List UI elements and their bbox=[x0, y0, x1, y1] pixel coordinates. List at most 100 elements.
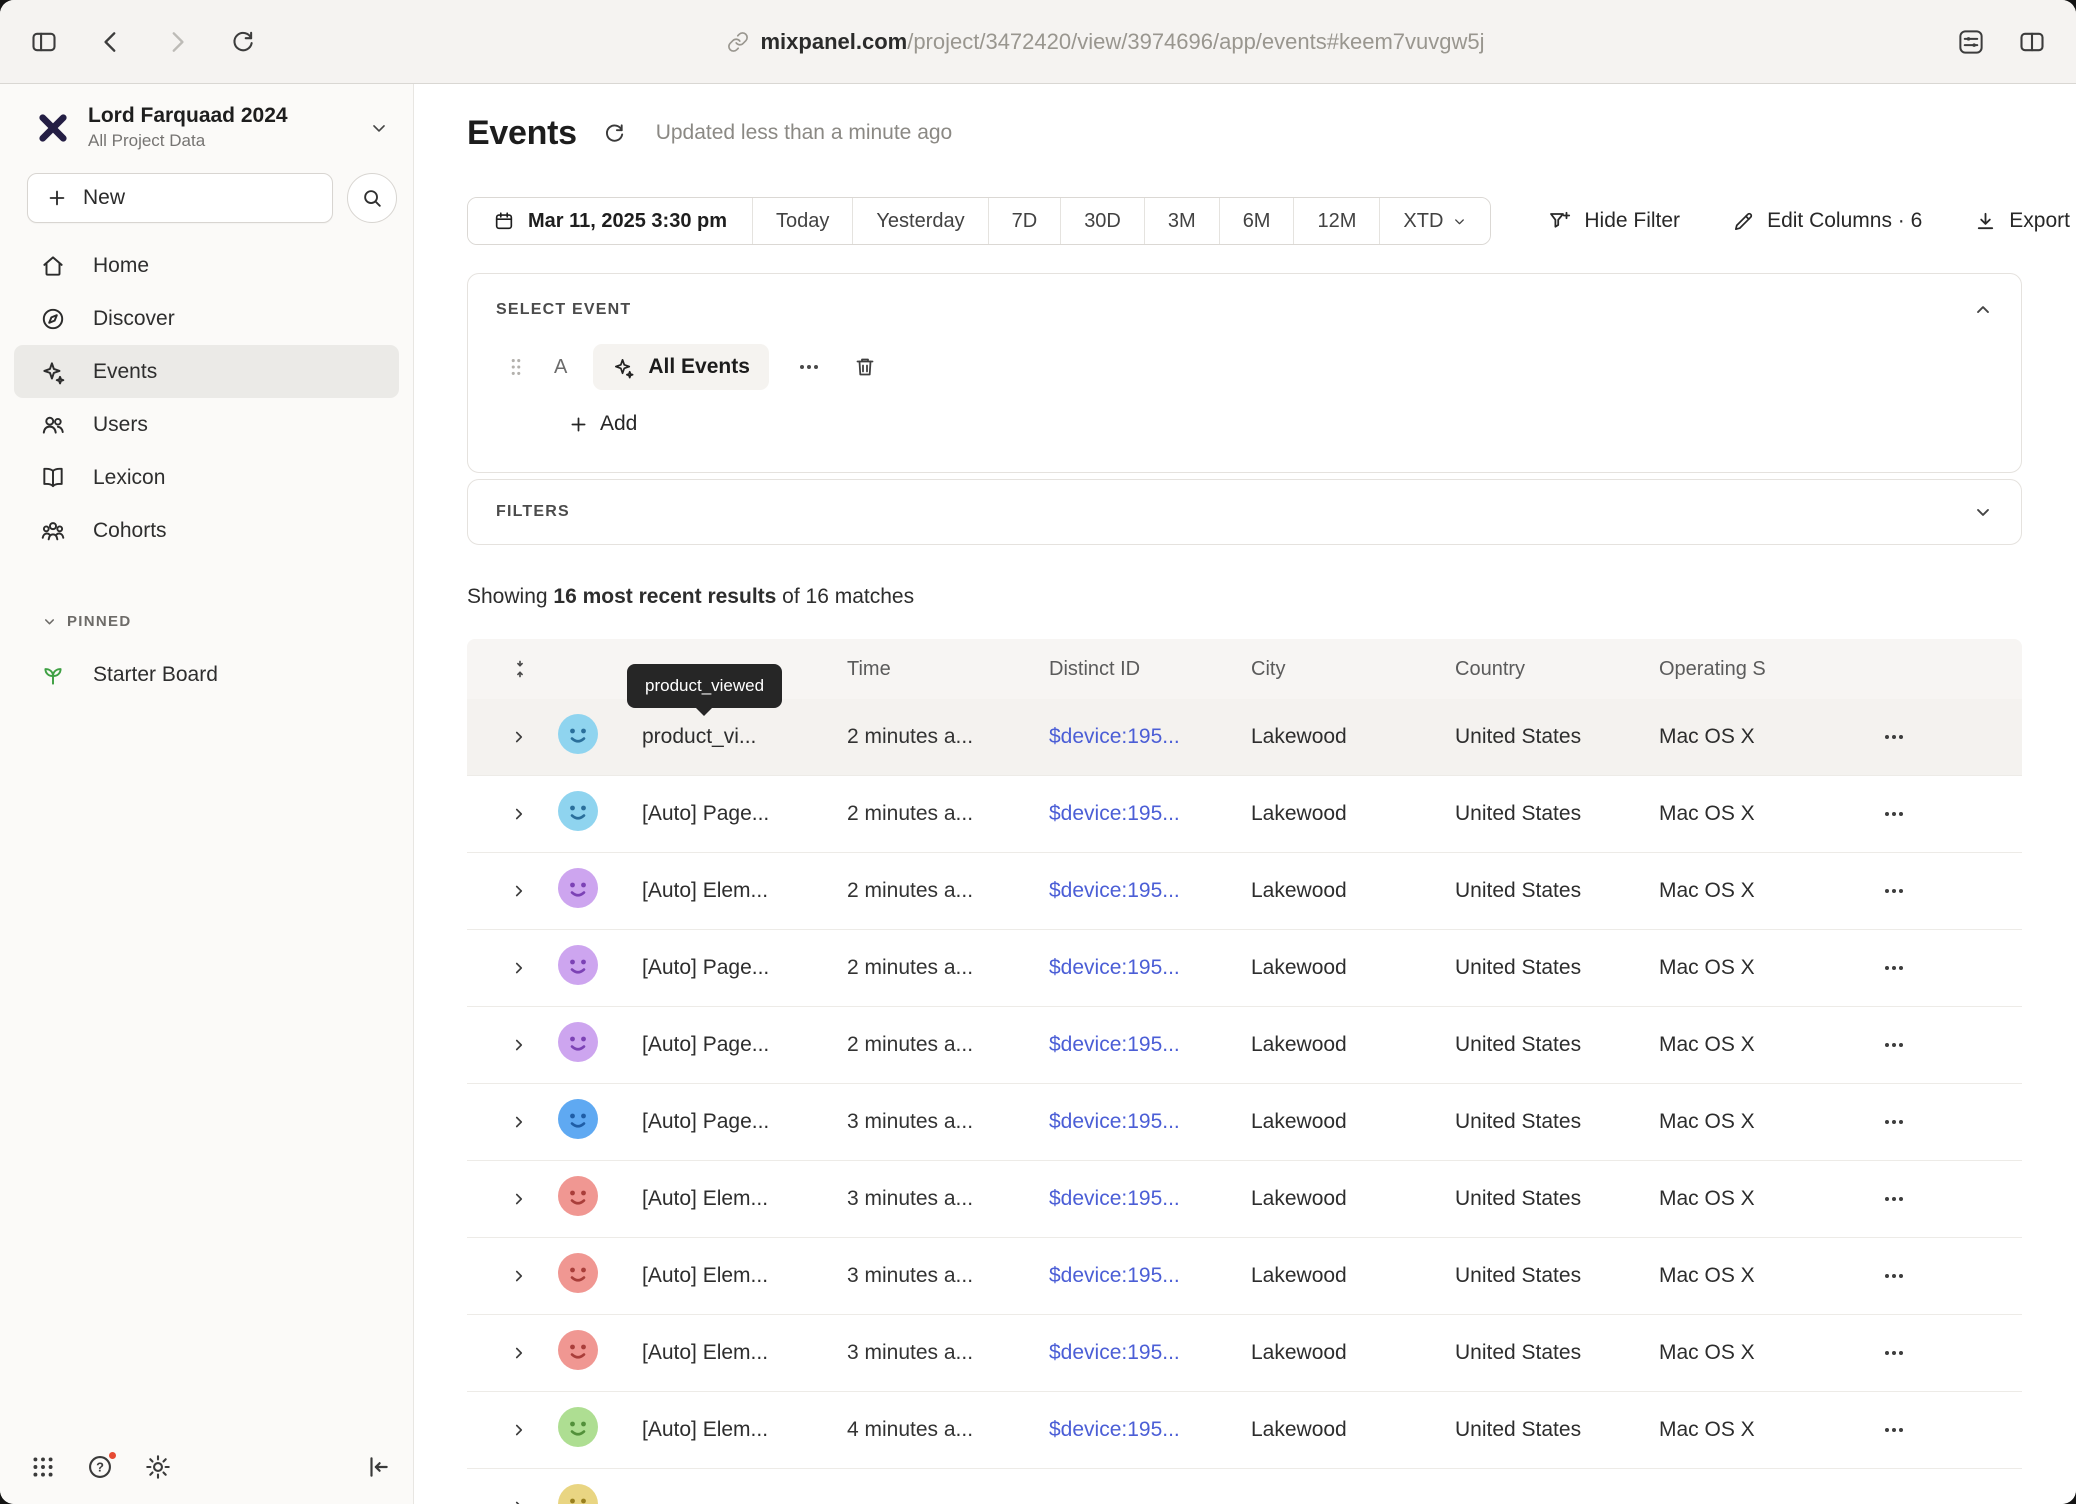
column-header-city[interactable]: City bbox=[1251, 658, 1455, 681]
range-button-3m[interactable]: 3M bbox=[1144, 198, 1219, 244]
date-picker-button[interactable]: Mar 11, 2025 3:30 pm bbox=[468, 198, 752, 244]
help-button[interactable]: ? bbox=[86, 1453, 114, 1481]
row-actions-button[interactable] bbox=[1825, 1495, 2022, 1504]
export-button[interactable]: Export bbox=[1974, 209, 2070, 233]
table-row[interactable]: [Auto] Page... 3 minutes a... $device:19… bbox=[467, 1084, 2022, 1161]
reload-button[interactable] bbox=[230, 29, 256, 55]
add-event-button[interactable]: Add bbox=[568, 412, 637, 436]
collapse-rows-button[interactable] bbox=[467, 659, 617, 679]
table-row[interactable]: [Auto] Page... 2 minutes a... $device:19… bbox=[467, 776, 2022, 853]
table-row[interactable]: [Auto] Elem... 3 minutes a... $device:19… bbox=[467, 1161, 2022, 1238]
expand-row-button[interactable] bbox=[467, 805, 553, 823]
table-row[interactable]: [Auto] Page... 2 minutes a... $device:19… bbox=[467, 930, 2022, 1007]
sidebar-item-lexicon[interactable]: Lexicon bbox=[14, 451, 399, 504]
row-actions-button[interactable] bbox=[1825, 1110, 2022, 1134]
range-button-12m[interactable]: 12M bbox=[1293, 198, 1379, 244]
delete-event-button[interactable] bbox=[853, 355, 877, 379]
table-row[interactable]: [Auto] Elem... 3 minutes a... $device:19… bbox=[467, 1315, 2022, 1392]
sidebar-item-users[interactable]: Users bbox=[14, 398, 399, 451]
table-row[interactable] bbox=[467, 1469, 2022, 1504]
refresh-button[interactable] bbox=[603, 122, 626, 145]
row-actions-button[interactable] bbox=[1825, 725, 2022, 749]
settings-button[interactable] bbox=[144, 1453, 172, 1481]
range-button-30d[interactable]: 30D bbox=[1060, 198, 1144, 244]
range-button-xtd[interactable]: XTD bbox=[1379, 198, 1490, 244]
distinct-id-link[interactable]: $device:195... bbox=[1049, 802, 1251, 826]
expand-row-button[interactable] bbox=[467, 882, 553, 900]
event-name-cell: [Auto] Elem... bbox=[617, 1341, 847, 1365]
row-actions-button[interactable] bbox=[1825, 1033, 2022, 1057]
drag-handle[interactable] bbox=[508, 356, 524, 378]
distinct-id-link[interactable]: $device:195... bbox=[1049, 1418, 1251, 1442]
sidebar-item-cohorts[interactable]: Cohorts bbox=[14, 504, 399, 557]
range-button-6m[interactable]: 6M bbox=[1219, 198, 1294, 244]
distinct-id-link[interactable]: $device:195... bbox=[1049, 956, 1251, 980]
address-bar[interactable]: mixpanel.com/project/3472420/view/397469… bbox=[256, 29, 1956, 55]
range-button-today[interactable]: Today bbox=[752, 198, 852, 244]
browser-sidebar-toggle-button[interactable] bbox=[30, 28, 58, 56]
expand-row-button[interactable] bbox=[467, 1344, 553, 1362]
row-actions-button[interactable] bbox=[1825, 1187, 2022, 1211]
distinct-id-link[interactable]: $device:195... bbox=[1049, 1341, 1251, 1365]
sidebar-item-starter-board[interactable]: Starter Board bbox=[14, 648, 399, 701]
column-header-distinct-id[interactable]: Distinct ID bbox=[1049, 658, 1251, 681]
pinned-section-header[interactable]: PINNED bbox=[42, 613, 413, 630]
range-button-yesterday[interactable]: Yesterday bbox=[852, 198, 987, 244]
event-selector-chip[interactable]: All Events bbox=[593, 344, 769, 390]
column-header-country[interactable]: Country bbox=[1455, 658, 1659, 681]
os-cell: Mac OS X bbox=[1659, 1110, 1825, 1134]
distinct-id-link[interactable]: $device:195... bbox=[1049, 725, 1251, 749]
table-row[interactable]: [Auto] Page... 2 minutes a... $device:19… bbox=[467, 1007, 2022, 1084]
os-cell: Mac OS X bbox=[1659, 956, 1825, 980]
collapse-sidebar-button[interactable] bbox=[365, 1454, 391, 1480]
results-summary: Showing 16 most recent results of 16 mat… bbox=[467, 585, 2022, 613]
distinct-id-link[interactable]: $device:195... bbox=[1049, 1264, 1251, 1288]
sidebar-item-discover[interactable]: Discover bbox=[14, 292, 399, 345]
row-actions-button[interactable] bbox=[1825, 879, 2022, 903]
table-row[interactable]: [Auto] Elem... 4 minutes a... $device:19… bbox=[467, 1392, 2022, 1469]
row-actions-button[interactable] bbox=[1825, 1341, 2022, 1365]
table-row[interactable]: [Auto] Elem... 2 minutes a... $device:19… bbox=[467, 853, 2022, 930]
expand-row-button[interactable] bbox=[467, 1498, 553, 1504]
expand-row-button[interactable] bbox=[467, 1421, 553, 1439]
search-button[interactable] bbox=[347, 173, 397, 223]
row-actions-button[interactable] bbox=[1825, 956, 2022, 980]
table-row[interactable]: [Auto] Elem... 3 minutes a... $device:19… bbox=[467, 1238, 2022, 1315]
expand-row-button[interactable] bbox=[467, 959, 553, 977]
time-cell: 2 minutes a... bbox=[847, 956, 1049, 980]
expand-row-button[interactable] bbox=[467, 1190, 553, 1208]
project-switcher[interactable]: Lord Farquaad 2024 All Project Data bbox=[0, 84, 413, 151]
back-button[interactable] bbox=[98, 29, 124, 55]
collapse-section-button[interactable] bbox=[1973, 300, 1993, 320]
page-settings-button[interactable] bbox=[1956, 27, 1986, 57]
sidebar-item-home[interactable]: Home bbox=[14, 239, 399, 292]
os-cell: Mac OS X bbox=[1659, 1187, 1825, 1211]
expand-row-button[interactable] bbox=[467, 728, 553, 746]
range-button-7d[interactable]: 7D bbox=[988, 198, 1061, 244]
row-actions-button[interactable] bbox=[1825, 802, 2022, 826]
distinct-id-link[interactable]: $device:195... bbox=[1049, 879, 1251, 903]
event-options-button[interactable] bbox=[797, 355, 821, 379]
sidebar-item-label: Discover bbox=[93, 307, 175, 331]
row-actions-button[interactable] bbox=[1825, 1418, 2022, 1442]
expand-row-button[interactable] bbox=[467, 1113, 553, 1131]
edit-columns-button[interactable]: Edit Columns · 6 bbox=[1732, 209, 1922, 233]
distinct-id-link[interactable]: $device:195... bbox=[1049, 1187, 1251, 1211]
distinct-id-link[interactable]: $device:195... bbox=[1049, 1033, 1251, 1057]
column-header-os[interactable]: Operating S bbox=[1659, 658, 1825, 681]
expand-row-button[interactable] bbox=[467, 1036, 553, 1054]
apps-grid-button[interactable] bbox=[30, 1454, 56, 1480]
chevron-right-icon bbox=[510, 1421, 528, 1439]
expand-row-button[interactable] bbox=[467, 1267, 553, 1285]
new-button[interactable]: New bbox=[27, 173, 333, 223]
row-actions-button[interactable] bbox=[1825, 1264, 2022, 1288]
column-header-time[interactable]: Time bbox=[847, 658, 1049, 681]
forward-button[interactable] bbox=[164, 29, 190, 55]
main-content: Events Updated less than a minute ago Ma… bbox=[414, 84, 2076, 1504]
distinct-id-link[interactable]: $device:195... bbox=[1049, 1110, 1251, 1134]
hide-filter-button[interactable]: Hide Filter bbox=[1548, 209, 1680, 233]
expand-filters-button[interactable] bbox=[1973, 502, 1993, 522]
chevron-right-icon bbox=[510, 728, 528, 746]
sidebar-item-events[interactable]: Events bbox=[14, 345, 399, 398]
split-view-button[interactable] bbox=[2018, 28, 2046, 56]
